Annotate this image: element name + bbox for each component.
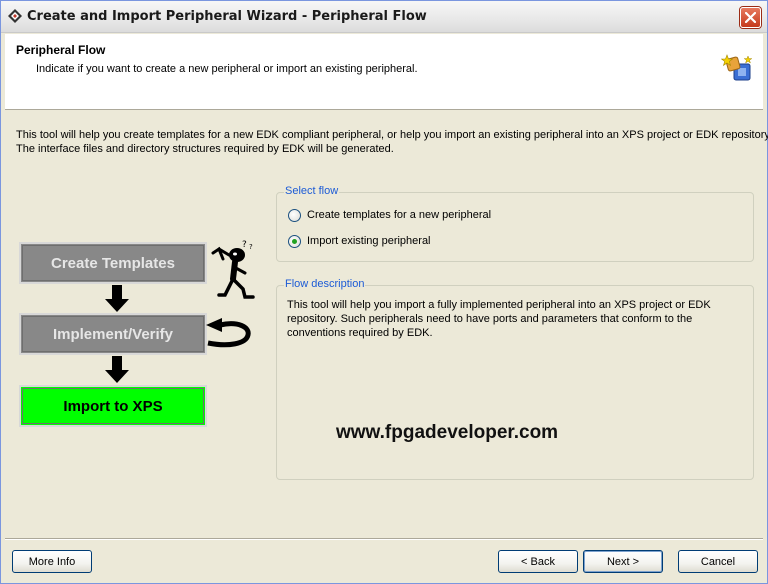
title-bar[interactable]: Create and Import Peripheral Wizard - Pe… [1,1,767,33]
window-title: Create and Import Peripheral Wizard - Pe… [27,9,427,24]
intro-text: This tool will help you create templates… [16,128,768,156]
step-label: Import to XPS [63,397,163,415]
flow-description-group: Flow description This tool will help you… [276,278,754,480]
select-flow-group: Select flow Create templates for a new p… [276,185,754,262]
cancel-button[interactable]: Cancel [678,550,758,573]
svg-text:?: ? [249,243,253,251]
down-arrow-icon [105,356,129,383]
wizard-puzzle-icon [721,54,753,81]
step-import-to-xps: Import to XPS [19,385,207,427]
down-arrow-icon [105,285,129,312]
intro-line-2: The interface files and directory struct… [16,143,394,155]
page-subtitle: Indicate if you want to create a new per… [36,63,418,75]
svg-text:?: ? [242,240,247,250]
flow-description-text: This tool will help you import a fully i… [287,299,711,339]
loop-arrow-icon [206,318,251,348]
thinking-figure-icon: ? ? [211,240,255,299]
radio-label[interactable]: Create templates for a new peripheral [307,209,491,221]
radio-button[interactable] [288,208,301,222]
radio-label[interactable]: Import existing peripheral [307,235,431,247]
more-info-button[interactable]: More Info [12,550,92,573]
select-flow-label: Select flow [284,185,340,197]
watermark-text: www.fpgadeveloper.com [336,422,559,443]
close-button[interactable] [740,7,761,28]
next-button[interactable]: Next > [583,550,663,573]
step-label: Create Templates [51,254,175,272]
step-implement-verify: Implement/Verify [19,313,207,355]
radio-button-selected[interactable] [288,234,301,248]
back-button[interactable]: < Back [498,550,578,573]
radio-import-existing[interactable]: Import existing peripheral [288,234,431,248]
close-icon [745,12,756,23]
step-create-templates: Create Templates [19,242,207,284]
step-label: Implement/Verify [52,325,174,343]
page-title: Peripheral Flow [16,43,106,57]
flow-description-label: Flow description [284,278,366,290]
footer-divider [5,538,763,540]
wizard-header: Peripheral Flow Indicate if you want to … [5,34,763,110]
radio-create-templates[interactable]: Create templates for a new peripheral [288,208,491,222]
app-icon [8,9,22,23]
intro-line-1: This tool will help you create templates… [16,129,768,141]
wizard-window: Create and Import Peripheral Wizard - Pe… [0,0,768,584]
